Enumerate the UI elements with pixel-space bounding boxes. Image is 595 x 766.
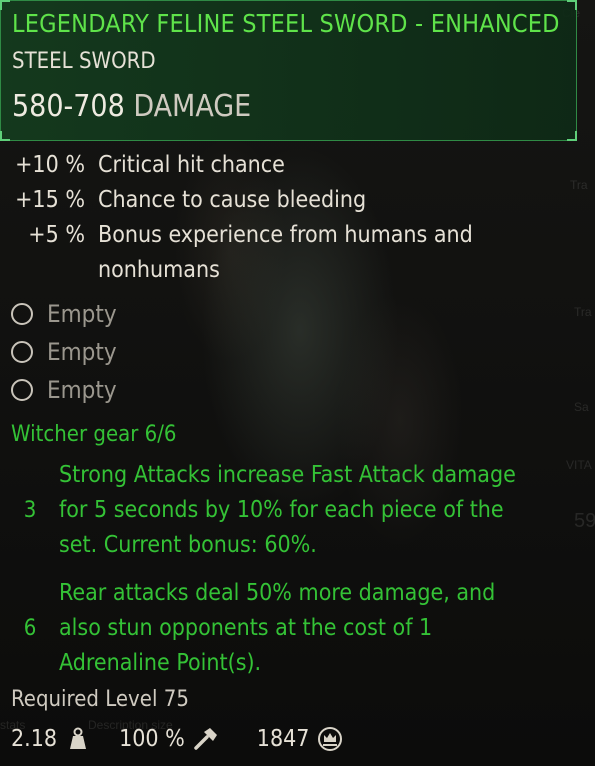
set-title: Witcher gear 6/6 [11, 422, 177, 447]
background-ghost-text: Sa [574, 400, 589, 414]
durability-value: 100 % [119, 726, 185, 752]
empty-socket-icon [11, 303, 33, 325]
item-type: STEEL SWORD [12, 49, 156, 74]
crown-coin-icon [317, 726, 343, 752]
weight-icon [65, 726, 91, 752]
background-ghost-text: VITA [566, 458, 592, 472]
damage-line: 580-708 DAMAGE [12, 89, 251, 124]
socket-slot[interactable]: Empty [11, 333, 117, 371]
stat-text: Bonus experience from humans and nonhuma… [98, 222, 473, 283]
set-bonus-pieces: 6 [23, 616, 37, 641]
socket-label: Empty [47, 338, 117, 366]
item-footer: 2.18 100 % 1847 [11, 722, 371, 756]
frame-corner [0, 131, 10, 141]
socket-label: Empty [47, 376, 117, 404]
stat-row: +10 % Critical hit chance [11, 148, 518, 183]
stat-text: Chance to cause bleeding [98, 187, 367, 213]
rune-sockets: Empty Empty Empty [11, 295, 117, 409]
required-level: Required Level 75 [11, 687, 189, 712]
stat-row: +5 % Bonus experience from humans and no… [11, 218, 518, 288]
item-header-panel: LEGENDARY FELINE STEEL SWORD - ENHANCED … [0, 0, 577, 141]
set-bonus-pieces: 3 [23, 498, 37, 523]
background-ghost-text: 59 [574, 510, 595, 532]
damage-label: DAMAGE [133, 89, 252, 124]
socket-slot[interactable]: Empty [11, 295, 117, 333]
stat-text: Critical hit chance [98, 152, 285, 178]
item-stats: +10 % Critical hit chance +15 % Chance t… [11, 148, 518, 288]
set-bonus: 3 Strong Attacks increase Fast Attack da… [11, 458, 529, 563]
set-bonus-text: Strong Attacks increase Fast Attack dama… [59, 462, 516, 558]
stat-row: +15 % Chance to cause bleeding [11, 183, 518, 218]
empty-socket-icon [11, 341, 33, 363]
damage-value: 580-708 [12, 89, 125, 124]
socket-label: Empty [47, 300, 117, 328]
background-ghost-text: Tra [570, 178, 588, 192]
weight-value: 2.18 [11, 726, 58, 752]
set-bonus: 6 Rear attacks deal 50% more damage, and… [11, 576, 529, 681]
hammer-icon [193, 726, 219, 752]
empty-socket-icon [11, 379, 33, 401]
price-value: 1847 [256, 726, 310, 752]
frame-corner [567, 0, 577, 10]
item-name: LEGENDARY FELINE STEEL SWORD - ENHANCED [12, 9, 560, 38]
stat-value: +15 % [15, 187, 85, 213]
background-ghost-text: Tra [574, 305, 592, 319]
stat-value: +5 % [28, 222, 85, 248]
stat-value: +10 % [15, 152, 85, 178]
frame-corner [0, 0, 10, 10]
frame-corner [567, 131, 577, 141]
set-bonus-text: Rear attacks deal 50% more damage, and a… [59, 580, 496, 676]
socket-slot[interactable]: Empty [11, 371, 117, 409]
